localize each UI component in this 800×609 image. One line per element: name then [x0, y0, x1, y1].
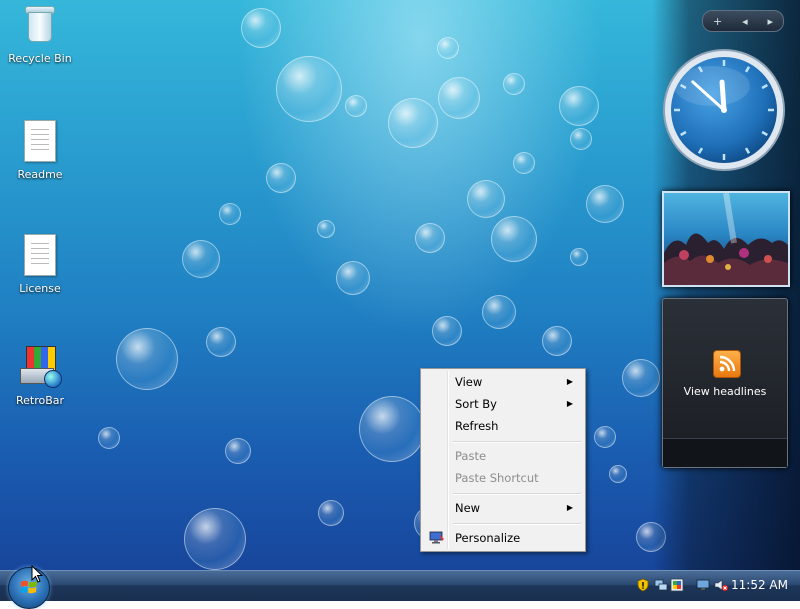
menu-item-paste-shortcut[interactable]: Paste Shortcut [423, 468, 581, 488]
wallpaper-bubble [98, 427, 120, 449]
wallpaper-bubble [438, 77, 480, 119]
system-tray: 11:52 AM [630, 571, 800, 601]
add-gadget-icon[interactable]: + [713, 15, 722, 28]
taskbar-clock[interactable]: 11:52 AM [731, 578, 788, 592]
start-button[interactable] [8, 567, 50, 609]
wallpaper-bubble [542, 326, 572, 356]
view-headlines-label[interactable]: View headlines [663, 385, 787, 398]
desktop-icon-readme[interactable]: Readme [0, 120, 80, 181]
feed-gadget-footer [663, 438, 787, 467]
security-shield-icon[interactable] [636, 578, 650, 592]
wallpaper-bubble [184, 508, 246, 570]
menu-item-paste[interactable]: Paste [423, 446, 581, 466]
mouse-cursor-icon [31, 565, 43, 583]
submenu-arrow-icon: ▶ [566, 377, 573, 386]
menu-item-refresh[interactable]: Refresh [423, 416, 581, 436]
wallpaper-bubble [415, 223, 445, 253]
recycle-bin-icon [20, 4, 60, 48]
desktop-context-menu: View ▶ Sort By ▶ Refresh Paste Paste Sho… [420, 368, 586, 552]
taskbar: 11:52 AM [0, 567, 800, 609]
sidebar-controls: + ◂ ▸ [702, 10, 784, 32]
previous-page-icon[interactable]: ◂ [742, 15, 748, 28]
slideshow-gadget[interactable] [662, 191, 790, 287]
menu-item-sort-by[interactable]: Sort By ▶ [423, 394, 581, 414]
wallpaper-bubble [266, 163, 296, 193]
wallpaper-bubble [609, 465, 627, 483]
wallpaper-bubble [182, 240, 220, 278]
wallpaper-bubble [559, 86, 599, 126]
desktop-icon-retrobar[interactable]: RetroBar [0, 346, 80, 407]
clock-gadget[interactable] [662, 48, 786, 172]
rss-icon [713, 350, 741, 378]
windows-sidebar: + ◂ ▸ View headlines [652, 0, 800, 570]
desktop-icon-label: Readme [17, 168, 63, 181]
feed-headlines-gadget[interactable]: View headlines [662, 298, 788, 468]
menu-item-view[interactable]: View ▶ [423, 372, 581, 392]
menu-separator [453, 441, 581, 443]
menu-separator [453, 523, 581, 525]
menu-separator [453, 493, 581, 495]
desktop[interactable]: Recycle Bin Readme License RetroBar + ◂ … [0, 0, 800, 570]
wallpaper-bubble [318, 500, 344, 526]
submenu-arrow-icon: ▶ [566, 503, 573, 512]
network-icon[interactable] [654, 578, 668, 592]
personalize-icon [429, 531, 444, 544]
wallpaper-bubble [276, 56, 342, 122]
wallpaper-bubble [359, 396, 425, 462]
retrobar-icon [20, 346, 62, 390]
display-icon[interactable] [696, 578, 710, 592]
wallpaper-bubble [570, 128, 592, 150]
text-document-icon [20, 120, 60, 164]
desktop-icon-label: RetroBar [15, 394, 65, 407]
wallpaper-bubble [336, 261, 370, 295]
volume-muted-icon[interactable] [714, 578, 728, 592]
windows-update-icon[interactable] [670, 578, 684, 592]
desktop-icon-recycle-bin[interactable]: Recycle Bin [0, 4, 80, 65]
wallpaper-bubble [241, 8, 281, 48]
submenu-arrow-icon: ▶ [566, 399, 573, 408]
next-page-icon[interactable]: ▸ [768, 15, 774, 28]
text-document-icon [20, 234, 60, 278]
wallpaper-bubble [219, 203, 241, 225]
wallpaper-bubble [432, 316, 462, 346]
wallpaper-bubble [437, 37, 459, 59]
wallpaper-bubble [586, 185, 624, 223]
wallpaper-bubble [206, 327, 236, 357]
wallpaper-bubble [388, 98, 438, 148]
menu-item-new[interactable]: New ▶ [423, 498, 581, 518]
wallpaper-bubble [317, 220, 335, 238]
wallpaper-bubble [594, 426, 616, 448]
wallpaper-bubble [491, 216, 537, 262]
wallpaper-bubble [345, 95, 367, 117]
wallpaper-bubble [116, 328, 178, 390]
aquarium-picture [664, 193, 788, 285]
wallpaper-bubble [570, 248, 588, 266]
wallpaper-bubble [467, 180, 505, 218]
desktop-icon-label: Recycle Bin [8, 52, 72, 65]
menu-item-personalize[interactable]: Personalize [423, 528, 581, 548]
wallpaper-bubble [482, 295, 516, 329]
desktop-icon-license[interactable]: License [0, 234, 80, 295]
wallpaper-bubble [225, 438, 251, 464]
desktop-icon-label: License [19, 282, 61, 295]
wallpaper-bubble [513, 152, 535, 174]
wallpaper-bubble [503, 73, 525, 95]
